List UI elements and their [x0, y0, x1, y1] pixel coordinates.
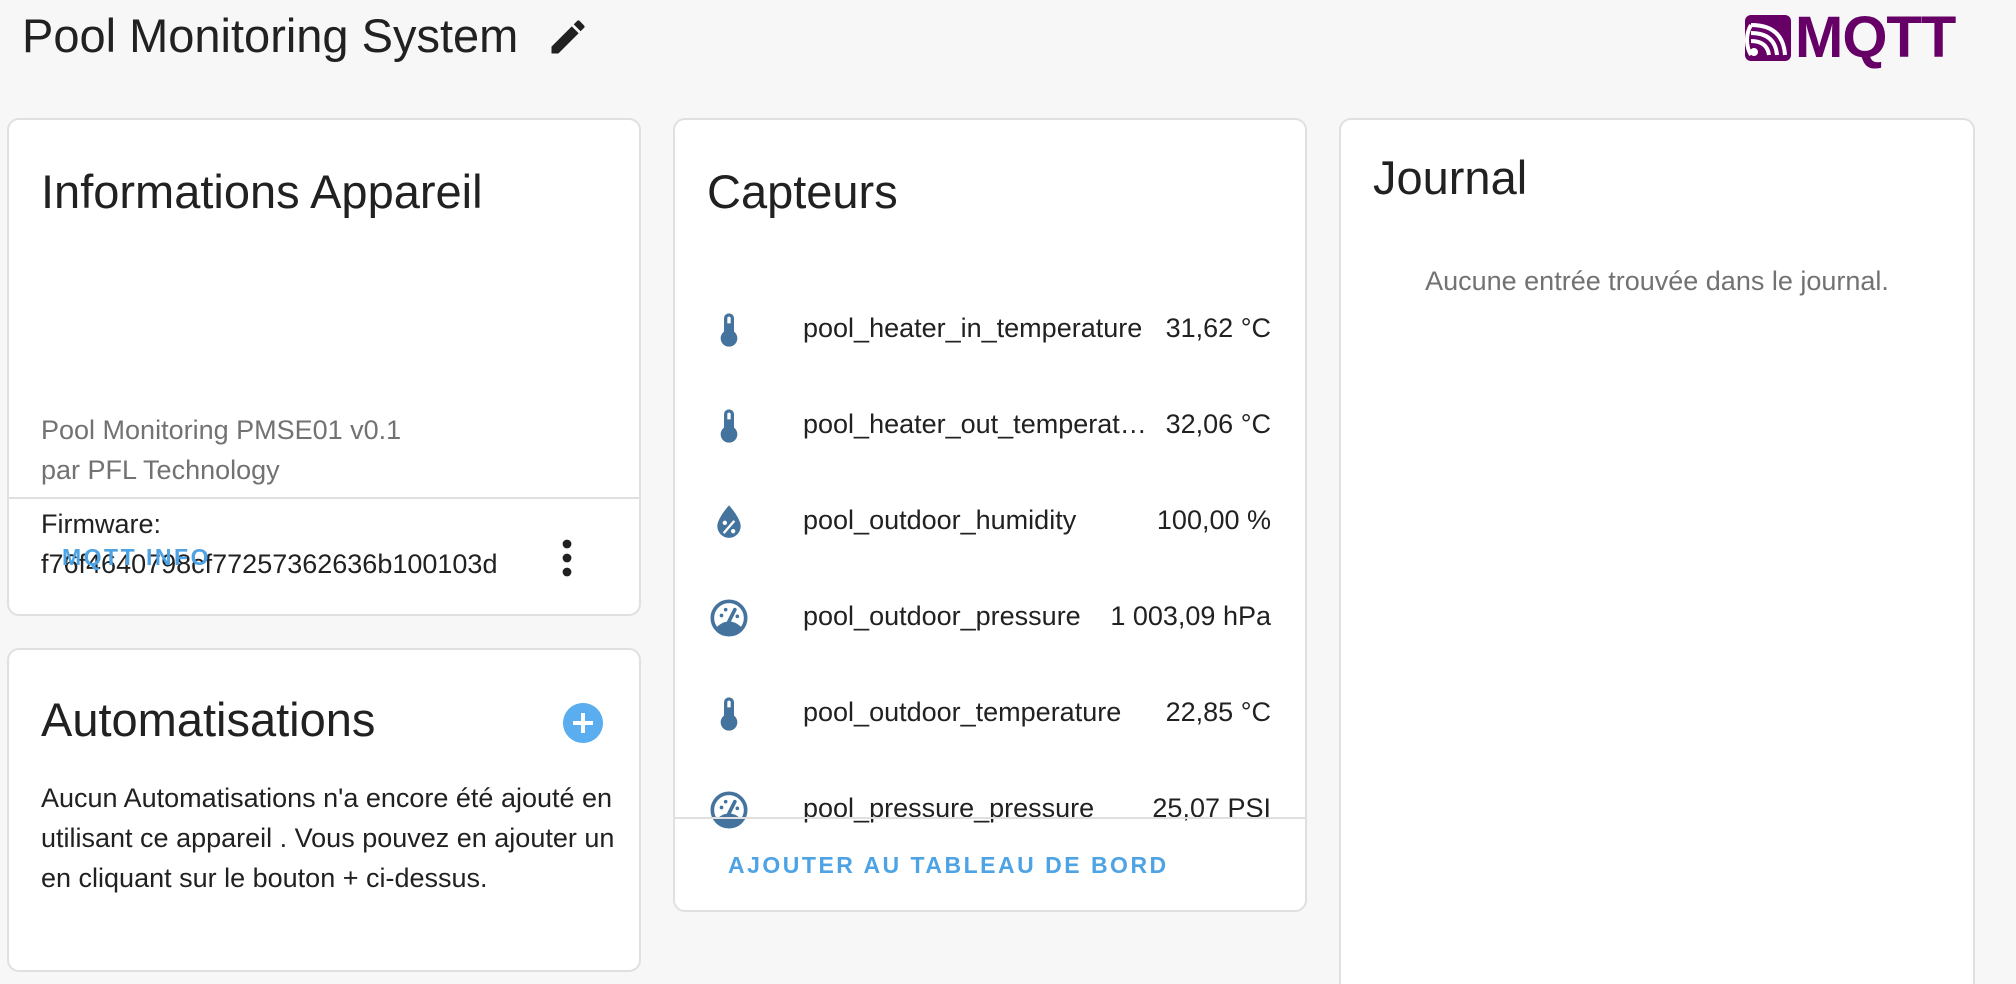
water-percent-icon [717, 505, 741, 538]
device-model: Pool Monitoring PMSE01 v0.1 [41, 415, 402, 445]
add-to-dashboard-button[interactable]: AJOUTER AU TABLEAU DE BORD [728, 852, 1169, 879]
device-manufacturer: par PFL Technology [41, 455, 280, 485]
sensor-name: pool_outdoor_humidity [803, 505, 1077, 535]
sensor-row[interactable]: pool_outdoor_humidity 100,00 % [675, 474, 1305, 570]
automations-empty-text: Aucun Automatisations n'a encore été ajo… [41, 783, 615, 893]
add-automation-button[interactable] [563, 703, 603, 743]
sensor-value: 32,06 °C [1165, 409, 1271, 439]
sensor-name: pool_outdoor_pressure [803, 601, 1081, 631]
device-info-title: Informations Appareil [41, 165, 483, 218]
sensor-name: pool_pressure_pressure [803, 793, 1095, 823]
card-divider [675, 817, 1305, 819]
sensors-card: Capteurs pool_heater_in_temperature 31,6… [673, 118, 1307, 912]
page-title: Pool Monitoring System [22, 9, 519, 62]
journal-card: Journal Aucune entrée trouvée dans le jo… [1339, 118, 1975, 984]
gauge-icon [710, 791, 748, 829]
sensor-name: pool_heater_in_temperature [803, 313, 1143, 343]
page-header: Pool Monitoring System MQTT [0, 0, 2016, 90]
pencil-icon[interactable] [546, 15, 590, 59]
sensor-value: 22,85 °C [1165, 697, 1271, 727]
gauge-icon [710, 599, 748, 637]
sensors-title: Capteurs [707, 165, 898, 218]
journal-empty-text: Aucune entrée trouvée dans le journal. [1425, 266, 1889, 296]
sensor-value: 25,07 PSI [1152, 793, 1271, 823]
page: Pool Monitoring System MQTT Informations… [0, 0, 2016, 984]
sensor-row[interactable]: pool_outdoor_temperature 22,85 °C [675, 666, 1305, 762]
journal-title: Journal [1373, 151, 1528, 204]
sensor-row[interactable]: pool_heater_out_temperature 32,06 °C [675, 378, 1305, 474]
sensor-row[interactable]: pool_outdoor_pressure 1 003,09 hPa [675, 570, 1305, 666]
sensor-value: 1 003,09 hPa [1110, 601, 1271, 631]
device-info-card: Informations Appareil Pool Monitoring PM… [7, 118, 641, 616]
mqtt-logo-icon [1745, 15, 1791, 61]
thermometer-icon [720, 409, 738, 443]
sensor-value: 31,62 °C [1165, 313, 1271, 343]
thermometer-icon [720, 697, 738, 731]
automations-title: Automatisations [41, 693, 376, 746]
firmware-label: Firmware: [41, 509, 161, 539]
more-vertical-icon[interactable] [543, 534, 591, 582]
thermometer-icon [720, 313, 738, 347]
sensor-row[interactable]: pool_pressure_pressure 25,07 PSI [675, 762, 1305, 858]
sensor-row[interactable]: pool_heater_in_temperature 31,62 °C [675, 282, 1305, 378]
card-divider [9, 497, 639, 499]
sensor-name: pool_outdoor_temperature [803, 697, 1122, 727]
mqtt-logo: MQTT [1745, 5, 1956, 70]
automations-card: Automatisations Aucun Automatisations n'… [7, 648, 641, 972]
sensor-value: 100,00 % [1156, 505, 1271, 535]
sensor-name: pool_heater_out_temperature [803, 409, 1148, 439]
mqtt-logo-text: MQTT [1795, 5, 1956, 70]
mqtt-info-button[interactable]: MQTT INFO [62, 544, 211, 571]
